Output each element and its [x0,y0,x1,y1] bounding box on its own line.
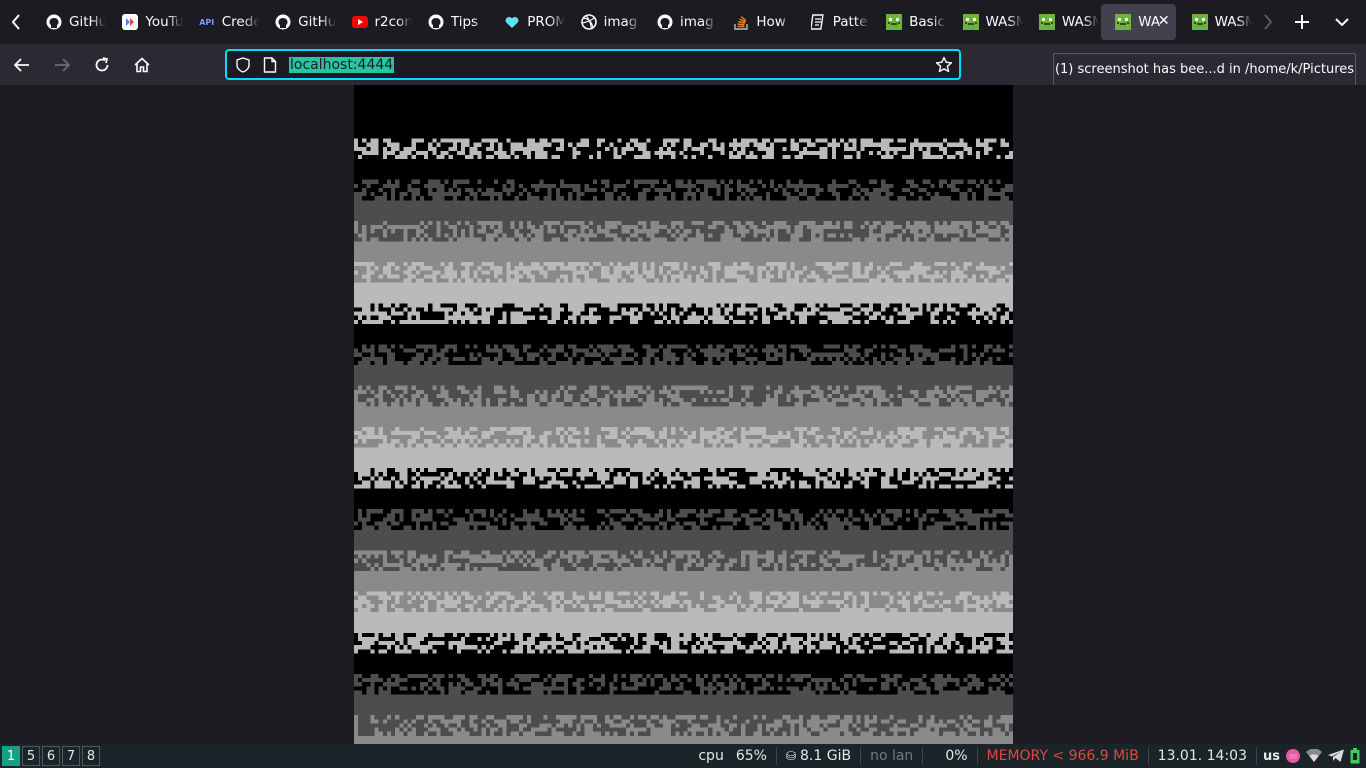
home-button[interactable] [124,49,160,81]
new-tab-button[interactable] [1282,0,1322,44]
wasm4-icon [886,14,903,30]
tab[interactable]: imag [567,4,641,40]
url-text[interactable]: localhost:4444 [289,56,395,73]
status-right: cpu 65% ⛁ 8.1 GiB no lan 0% MEMORY < 966… [689,744,1366,768]
youtube-icon [351,14,368,30]
workspace-button[interactable]: 1 [2,746,20,766]
reload-button[interactable] [84,49,120,81]
tab-label: YouTube [145,14,183,30]
tab[interactable]: PROM [490,4,565,40]
tab-strip: GitHub YouTube API Credentials GitHub r2con Ti… [32,0,1254,44]
document-icon [810,14,826,30]
chevron-right-icon [1264,14,1273,30]
tab-label: Tips [450,14,479,30]
tab-label: PROM [527,14,565,30]
tab[interactable]: WASM [1025,4,1099,40]
tabs-scroll-right-button[interactable] [1254,0,1282,44]
bookmark-star-icon[interactable] [935,56,953,74]
page-info-icon[interactable] [263,56,277,73]
tab[interactable]: Tips [414,4,488,40]
tab-bar: GitHub YouTube API Credentials GitHub r2con Ti… [0,0,1366,44]
list-all-tabs-button[interactable] [1322,0,1362,44]
stack-icon [733,14,749,30]
tab[interactable]: GitHub [261,4,336,40]
plus-icon [1295,15,1309,29]
workspace-button[interactable]: 6 [42,746,60,766]
tab[interactable]: WASM [949,4,1023,40]
cpu-label: cpu [698,748,724,764]
wifi-icon[interactable] [1306,749,1322,763]
memory-used: 8.1 GiB [800,748,852,764]
forward-button[interactable] [44,49,80,81]
tab[interactable]: API Credentials [185,4,259,40]
tab-label: imag [680,14,714,30]
keyboard-layout[interactable]: us [1263,749,1280,764]
workspace-list: 15678 [0,746,100,766]
tabs-scroll-left-button[interactable] [0,0,32,44]
heart-icon [504,14,520,30]
close-tab-icon[interactable]: ✕ [1158,13,1170,29]
tab[interactable]: How [719,4,793,40]
reload-icon [95,56,109,71]
tab-label: How [756,14,786,30]
api-icon: API [199,17,215,27]
back-button[interactable] [4,49,40,81]
arrow-right-icon [55,57,70,72]
system-tray: us [1257,748,1366,764]
tab[interactable]: imag [643,4,717,40]
tab[interactable]: WASM [1178,4,1252,40]
tab[interactable]: WA ✕ [1101,4,1176,40]
system-status-bar: 15678 cpu 65% ⛁ 8.1 GiB no lan 0% MEMORY… [0,744,1366,768]
url-bar[interactable]: localhost:4444 [225,49,961,80]
home-icon [134,56,150,72]
tab-label: WASM [985,14,1023,30]
wasm4-icon [962,14,979,30]
tab[interactable]: Basic [872,4,946,40]
tab[interactable]: r2con [338,4,412,40]
page-content [0,85,1366,744]
tab-label: Credentials [221,14,260,30]
telegram-icon[interactable] [1327,749,1345,763]
chevron-left-icon [11,14,20,30]
tab-label: GitHub [298,14,336,30]
tab[interactable]: GitHub [32,4,106,40]
game-canvas[interactable] [354,85,1013,744]
download-tooltip: (1) screenshot has bee...d in /home/k/Pi… [1053,53,1356,86]
tab-label: r2con [374,14,412,30]
wasm4-icon [1191,14,1208,30]
tab-label: Basic [909,14,945,30]
arrow-left-icon [14,57,29,72]
network-status: no lan [861,747,924,765]
tab[interactable]: Patte [796,4,870,40]
cpu-status: cpu 65% [689,747,777,765]
dribbble-icon [580,14,597,30]
workspace-button[interactable]: 8 [82,746,100,766]
datetime: 13.01. 14:03 [1149,747,1257,765]
wasm4-icon [1038,14,1055,30]
tracking-shield-icon[interactable] [235,56,251,73]
github-icon [275,14,291,30]
battery-icon[interactable] [1350,748,1360,764]
tab[interactable]: YouTube [108,4,183,40]
tab-label: imag [603,14,638,30]
tray-app-icon[interactable] [1285,748,1301,764]
tab-label: WASM [1214,14,1252,30]
wasm4-icon [1115,14,1132,30]
memory-icon: ⛁ [785,749,797,763]
github-icon [428,14,444,30]
tab-label: Patte [832,14,868,30]
disk-status: 0% [923,747,978,765]
github-icon [657,14,673,30]
chevron-down-icon [1335,18,1349,26]
workspace-button[interactable]: 7 [62,746,80,766]
youtube-logo-icon [122,14,139,30]
github-icon [46,14,62,30]
memory-status: ⛁ 8.1 GiB [777,747,862,765]
tab-label: WASM [1061,14,1100,30]
tab-label: GitHub [69,14,107,30]
memory-alert: MEMORY < 966.9 MiB [978,747,1149,765]
workspace-button[interactable]: 5 [22,746,40,766]
cpu-value: 65% [735,748,767,764]
